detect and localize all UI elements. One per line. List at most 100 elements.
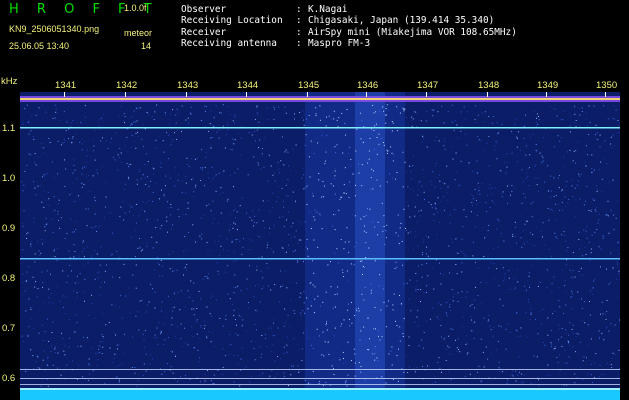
noise-dot xyxy=(161,301,163,303)
noise-dot xyxy=(266,107,268,109)
noise-dot xyxy=(571,290,573,292)
noise-dot xyxy=(206,152,207,153)
noise-dot xyxy=(474,375,476,377)
noise-dot xyxy=(163,343,164,345)
noise-dot xyxy=(541,155,543,157)
noise-dot xyxy=(446,165,448,167)
noise-dot xyxy=(258,235,260,237)
noise-dot xyxy=(184,266,186,268)
noise-dot xyxy=(596,188,598,190)
noise-dot xyxy=(176,108,178,110)
noise-dot xyxy=(431,183,433,185)
noise-dot xyxy=(204,110,206,112)
noise-dot xyxy=(104,281,105,283)
noise-dot xyxy=(591,168,593,170)
noise-dot xyxy=(575,199,577,201)
noise-dot xyxy=(488,187,490,189)
noise-dot xyxy=(152,358,153,360)
noise-dot xyxy=(383,215,385,217)
noise-dot xyxy=(159,198,160,200)
noise-dot xyxy=(56,286,58,288)
noise-dot xyxy=(426,110,428,112)
noise-dot xyxy=(383,150,385,152)
noise-dot xyxy=(362,266,364,267)
noise-dot xyxy=(150,283,152,285)
noise-dot xyxy=(315,113,317,115)
noise-dot xyxy=(391,130,393,132)
noise-dot xyxy=(220,212,222,214)
noise-dot xyxy=(119,147,121,149)
noise-dot xyxy=(402,107,404,109)
noise-dot xyxy=(550,175,552,177)
noise-dot xyxy=(456,273,458,275)
noise-dot xyxy=(234,223,236,225)
carrier-line xyxy=(20,369,620,370)
noise-dot xyxy=(62,142,64,144)
noise-dot xyxy=(223,248,225,250)
noise-dot xyxy=(316,121,318,123)
noise-dot xyxy=(157,262,159,264)
noise-dot xyxy=(525,177,527,179)
noise-dot xyxy=(413,155,414,157)
noise-dot xyxy=(154,307,156,309)
noise-dot xyxy=(392,160,394,162)
noise-dot xyxy=(323,196,325,198)
noise-dot xyxy=(397,150,398,152)
noise-dot xyxy=(355,308,357,310)
noise-dot xyxy=(568,356,570,358)
noise-dot xyxy=(296,261,298,263)
noise-dot xyxy=(254,131,256,133)
noise-dot xyxy=(152,167,154,169)
noise-dot xyxy=(58,220,59,221)
noise-dot xyxy=(125,296,127,297)
noise-dot xyxy=(407,372,409,374)
noise-dot xyxy=(95,225,97,227)
noise-dot xyxy=(131,124,133,125)
noise-dot xyxy=(247,307,249,309)
noise-dot xyxy=(435,136,437,138)
noise-dot xyxy=(193,314,195,316)
noise-dot xyxy=(598,213,600,215)
noise-dot xyxy=(247,288,249,290)
noise-dot xyxy=(56,247,58,249)
noise-dot xyxy=(156,104,158,106)
noise-dot xyxy=(602,237,604,239)
noise-dot xyxy=(97,277,99,279)
noise-dot xyxy=(229,334,231,336)
noise-dot xyxy=(526,220,528,222)
noise-dot xyxy=(471,202,473,203)
noise-dot xyxy=(105,264,107,266)
noise-dot xyxy=(406,355,408,357)
noise-dot xyxy=(342,152,344,154)
noise-dot xyxy=(476,371,478,373)
noise-dot xyxy=(54,104,56,106)
noise-dot xyxy=(261,288,263,290)
noise-dot xyxy=(79,141,81,143)
noise-dot xyxy=(36,355,38,357)
noise-dot xyxy=(325,291,327,293)
noise-dot xyxy=(529,232,531,234)
noise-dot xyxy=(358,310,360,312)
noise-dot xyxy=(73,256,75,258)
noise-dot xyxy=(613,106,615,108)
noise-dot xyxy=(361,164,363,166)
noise-dot xyxy=(437,197,439,199)
noise-dot xyxy=(596,132,598,134)
noise-dot xyxy=(506,166,508,168)
noise-dot xyxy=(569,131,571,133)
noise-dot xyxy=(396,355,398,357)
noise-dot xyxy=(179,309,181,311)
noise-dot xyxy=(344,167,346,169)
noise-dot xyxy=(565,240,567,242)
noise-dot xyxy=(358,163,360,165)
noise-dot xyxy=(25,280,27,282)
noise-dot xyxy=(408,345,410,346)
noise-dot xyxy=(465,335,467,337)
noise-dot xyxy=(226,124,228,126)
noise-dot xyxy=(234,208,236,210)
noise-dot xyxy=(155,139,157,141)
noise-dot xyxy=(361,120,363,122)
noise-dot xyxy=(43,190,45,192)
noise-dot xyxy=(452,300,454,302)
noise-dot xyxy=(579,341,581,343)
